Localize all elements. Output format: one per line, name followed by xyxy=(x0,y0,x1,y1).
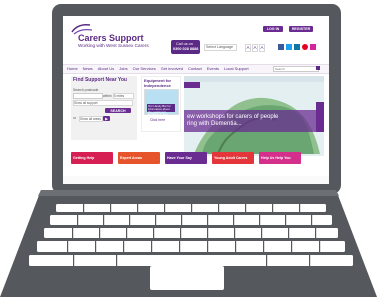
trackpad[interactable] xyxy=(150,266,224,290)
laptop-base xyxy=(0,190,377,297)
